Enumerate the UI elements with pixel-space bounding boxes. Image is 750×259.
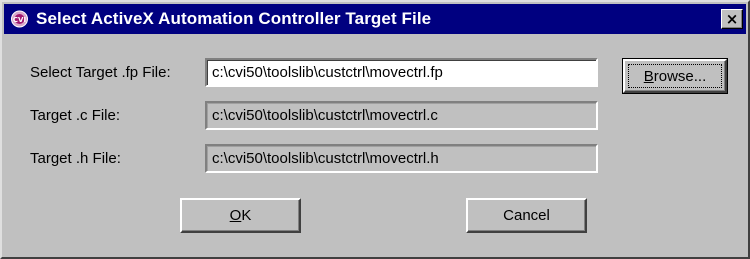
h-file-field: c:\cvi50\toolslib\custctrl\movectrl.h [205, 144, 598, 173]
cancel-label: Cancel [503, 207, 550, 224]
h-file-label: Target .h File: [30, 150, 121, 167]
svg-text:CVI: CVI [13, 16, 26, 24]
ok-button[interactable]: OK [180, 198, 301, 233]
cvi-app-icon: CVI [10, 10, 29, 28]
fp-file-input[interactable]: c:\cvi50\toolslib\custctrl\movectrl.fp [205, 58, 598, 87]
dialog-window: CVI Select ActiveX Automation Controller… [0, 0, 750, 259]
browse-label: rowse... [653, 68, 707, 85]
ok-mnemonic: O [229, 207, 242, 224]
window-title: Select ActiveX Automation Controller Tar… [36, 9, 432, 28]
close-button[interactable]: × [721, 9, 743, 29]
browse-focus-rect: Browse... [628, 64, 722, 88]
c-file-field: c:\cvi50\toolslib\custctrl\movectrl.c [205, 101, 598, 130]
close-icon: × [725, 10, 739, 28]
title-bar[interactable]: CVI Select ActiveX Automation Controller… [4, 4, 746, 34]
browse-mnemonic: B [643, 68, 654, 85]
ok-label: K [241, 207, 252, 224]
cancel-button[interactable]: Cancel [466, 198, 587, 233]
browse-button[interactable]: Browse... [622, 58, 728, 94]
c-file-label: Target .c File: [30, 107, 121, 124]
fp-file-label: Select Target .fp File: [30, 64, 171, 81]
